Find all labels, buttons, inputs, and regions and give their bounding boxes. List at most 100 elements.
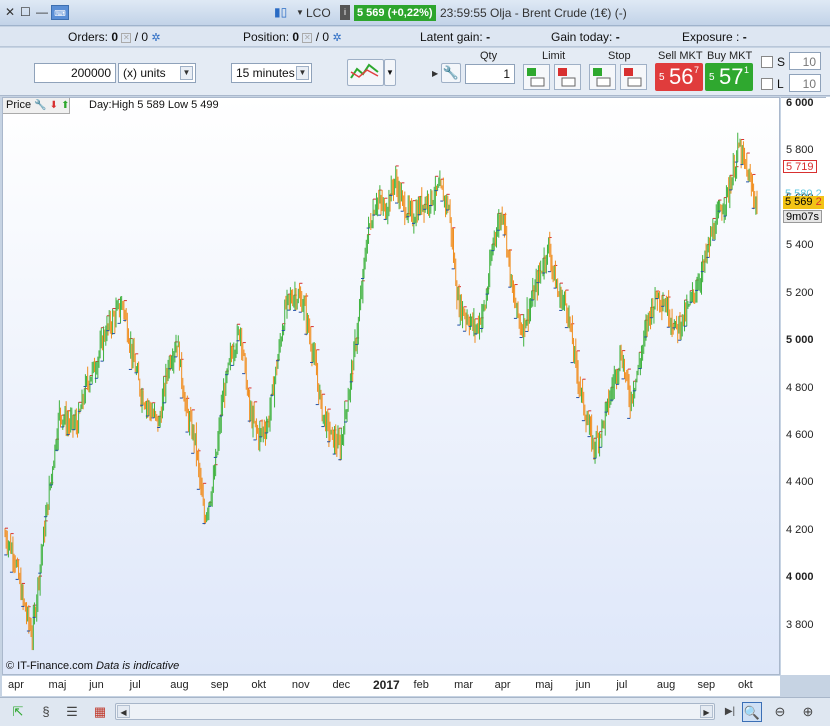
qty-input[interactable]: 1 <box>465 64 515 84</box>
latent-gain-value: - <box>486 30 491 44</box>
sell-mkt-header: Sell MKT <box>658 50 703 62</box>
price-tick-label: 4 800 <box>786 381 814 394</box>
time-tick-label: aug <box>170 679 189 691</box>
position-info: Position: 0 ✕ / 0 ✲ <box>243 30 342 44</box>
time-tick-label: nov <box>291 679 310 691</box>
zoom-in-icon[interactable]: ⊕ <box>798 702 818 722</box>
zoom-out-icon[interactable]: ⊖ <box>770 702 790 722</box>
time-tick-label: sep <box>210 679 229 691</box>
jump-to-end-icon[interactable]: ▶| <box>720 702 740 722</box>
units-select[interactable]: (x) units ▼ <box>118 63 196 83</box>
indicators-dropdown[interactable]: ▼ <box>384 59 396 86</box>
limit-checkbox[interactable] <box>761 78 773 90</box>
orders-info: Orders: 0 ✕ / 0 ✲ <box>68 30 161 44</box>
gear-icon[interactable]: ✲ <box>332 32 341 44</box>
time-tick-label: jul <box>616 679 628 691</box>
latent-gain-label: Latent gain: <box>420 30 483 44</box>
price-chart[interactable]: Price 🔧 ⬇ ⬆ Day:High 5 589 Low 5 499 © I… <box>2 97 780 675</box>
limit-distance-value: 10 <box>802 77 816 91</box>
stop-distance-input[interactable]: 10 <box>789 52 821 70</box>
close-position-icon[interactable]: ✕ <box>302 32 313 43</box>
chevron-down-icon[interactable]: ▼ <box>296 5 304 20</box>
instrument-info: 23:59:55 Olja - Brent Crude (1€) (-) <box>440 6 627 20</box>
sell-market-button[interactable]: 5 56 7 <box>655 63 703 91</box>
limit-distance-input[interactable]: 10 <box>789 74 821 92</box>
limit-header: Limit <box>542 50 566 62</box>
time-tick-label: apr <box>8 679 24 691</box>
price-label: Price <box>6 99 32 111</box>
cancel-orders-icon[interactable]: ✕ <box>121 32 132 43</box>
price-tick-label: 4 600 <box>786 428 814 441</box>
indicators-icon <box>350 63 379 79</box>
last-price-suffix: 2 <box>815 196 822 208</box>
instrument-symbol[interactable]: LCO <box>306 6 331 20</box>
chart-link-icon[interactable]: § <box>36 702 56 722</box>
candle-countdown: 9m07s <box>783 210 823 223</box>
scroll-left-button[interactable]: ◀ <box>117 705 130 718</box>
copyright-text: © IT-Finance.com <box>6 660 93 672</box>
gear-icon[interactable]: ✲ <box>151 32 160 44</box>
chevron-down-icon[interactable]: ▼ <box>296 66 309 80</box>
stop-distance-value: 10 <box>802 55 816 69</box>
price-tick-label: 5 000 <box>786 334 814 347</box>
orders-value: 0 <box>111 30 119 44</box>
auto-zoom-icon[interactable]: 🔍 <box>742 702 762 722</box>
limit-buy-icon <box>527 68 545 87</box>
play-icon[interactable]: ▶ <box>432 66 438 81</box>
units-value: (x) units <box>123 66 166 80</box>
time-tick-label: jul <box>129 679 141 691</box>
sell-price-main: 56 <box>669 64 694 89</box>
time-tick-label: feb <box>413 679 429 691</box>
exposure-value: - <box>742 30 747 44</box>
grid-icon[interactable]: ▦ <box>90 702 110 722</box>
limit-checkbox-label: L <box>777 77 784 91</box>
quantity-input[interactable]: 200000 <box>34 63 116 83</box>
limit-buy-button[interactable] <box>523 64 550 90</box>
time-tick-label: apr <box>494 679 511 691</box>
buy-market-button[interactable]: 5 57 1 <box>705 63 753 91</box>
time-tick-label: jun <box>575 679 591 691</box>
account-info-row: Orders: 0 ✕ / 0 ✲ Position: 0 ✕ / 0 ✲ La… <box>0 27 830 47</box>
time-tick-label: 2017 <box>373 678 400 692</box>
price-tick-label: 3 800 <box>786 618 814 631</box>
stop-sell-icon <box>624 68 642 87</box>
buy-price-main: 57 <box>719 64 744 89</box>
price-series <box>4 132 758 651</box>
close-icon[interactable]: ✕ <box>5 5 15 20</box>
wrench-icon[interactable]: 🔧 <box>34 100 46 111</box>
buy-arrow-icon[interactable]: ⬆ <box>61 100 69 111</box>
time-tick-label: aug <box>656 679 676 691</box>
chart-export-icon[interactable]: ⇱ <box>8 702 28 722</box>
minimize-icon[interactable]: — <box>36 5 48 20</box>
stop-sell-button[interactable] <box>620 64 647 90</box>
price-tick-label: 4 000 <box>786 571 814 584</box>
indicators-button[interactable] <box>347 59 384 86</box>
title-bar: ✕ ☐ — ⌨ ▮▯ ▼ LCO i 5 569 (+0,22%) 23:59:… <box>0 0 830 26</box>
buy-price-prefix: 5 <box>709 72 715 83</box>
stop-checkbox-label: S <box>777 55 786 69</box>
list-icon[interactable]: ☰ <box>62 702 82 722</box>
chart-plot[interactable] <box>3 98 780 675</box>
limit-sell-button[interactable] <box>554 64 581 90</box>
price-axis[interactable]: 6 0005 8005 6005 4005 2005 0004 8004 600… <box>781 97 826 675</box>
info-icon[interactable]: i <box>340 5 350 20</box>
timeframe-select[interactable]: 15 minutes ▼ <box>231 63 312 83</box>
maximize-icon[interactable]: ☐ <box>20 5 31 20</box>
stop-checkbox[interactable] <box>761 56 773 68</box>
position-pending: / 0 <box>315 30 330 44</box>
stop-buy-button[interactable] <box>589 64 616 90</box>
time-axis[interactable]: apr maj jun jul aug sep okt nov dec 2017 feb mar apr… <box>2 676 780 696</box>
sell-arrow-icon[interactable]: ⬇ <box>50 100 58 111</box>
keyboard-icon[interactable]: ⌨ <box>51 5 69 20</box>
chart-scrollbar[interactable]: ◀ ▶ <box>115 703 715 720</box>
chevron-down-icon[interactable]: ▼ <box>180 66 193 80</box>
wrench-button[interactable]: 🔧 <box>441 63 461 83</box>
time-tick-label: sep <box>697 679 716 691</box>
quantity-value: 200000 <box>70 66 111 80</box>
orders-pending: / 0 <box>134 30 149 44</box>
time-tick-label: okt <box>251 679 267 691</box>
time-tick-label: maj <box>535 679 553 691</box>
scroll-right-button[interactable]: ▶ <box>700 705 713 718</box>
price-legend[interactable]: Price 🔧 ⬇ ⬆ <box>3 98 71 114</box>
buy-price-pip: 1 <box>744 65 750 75</box>
